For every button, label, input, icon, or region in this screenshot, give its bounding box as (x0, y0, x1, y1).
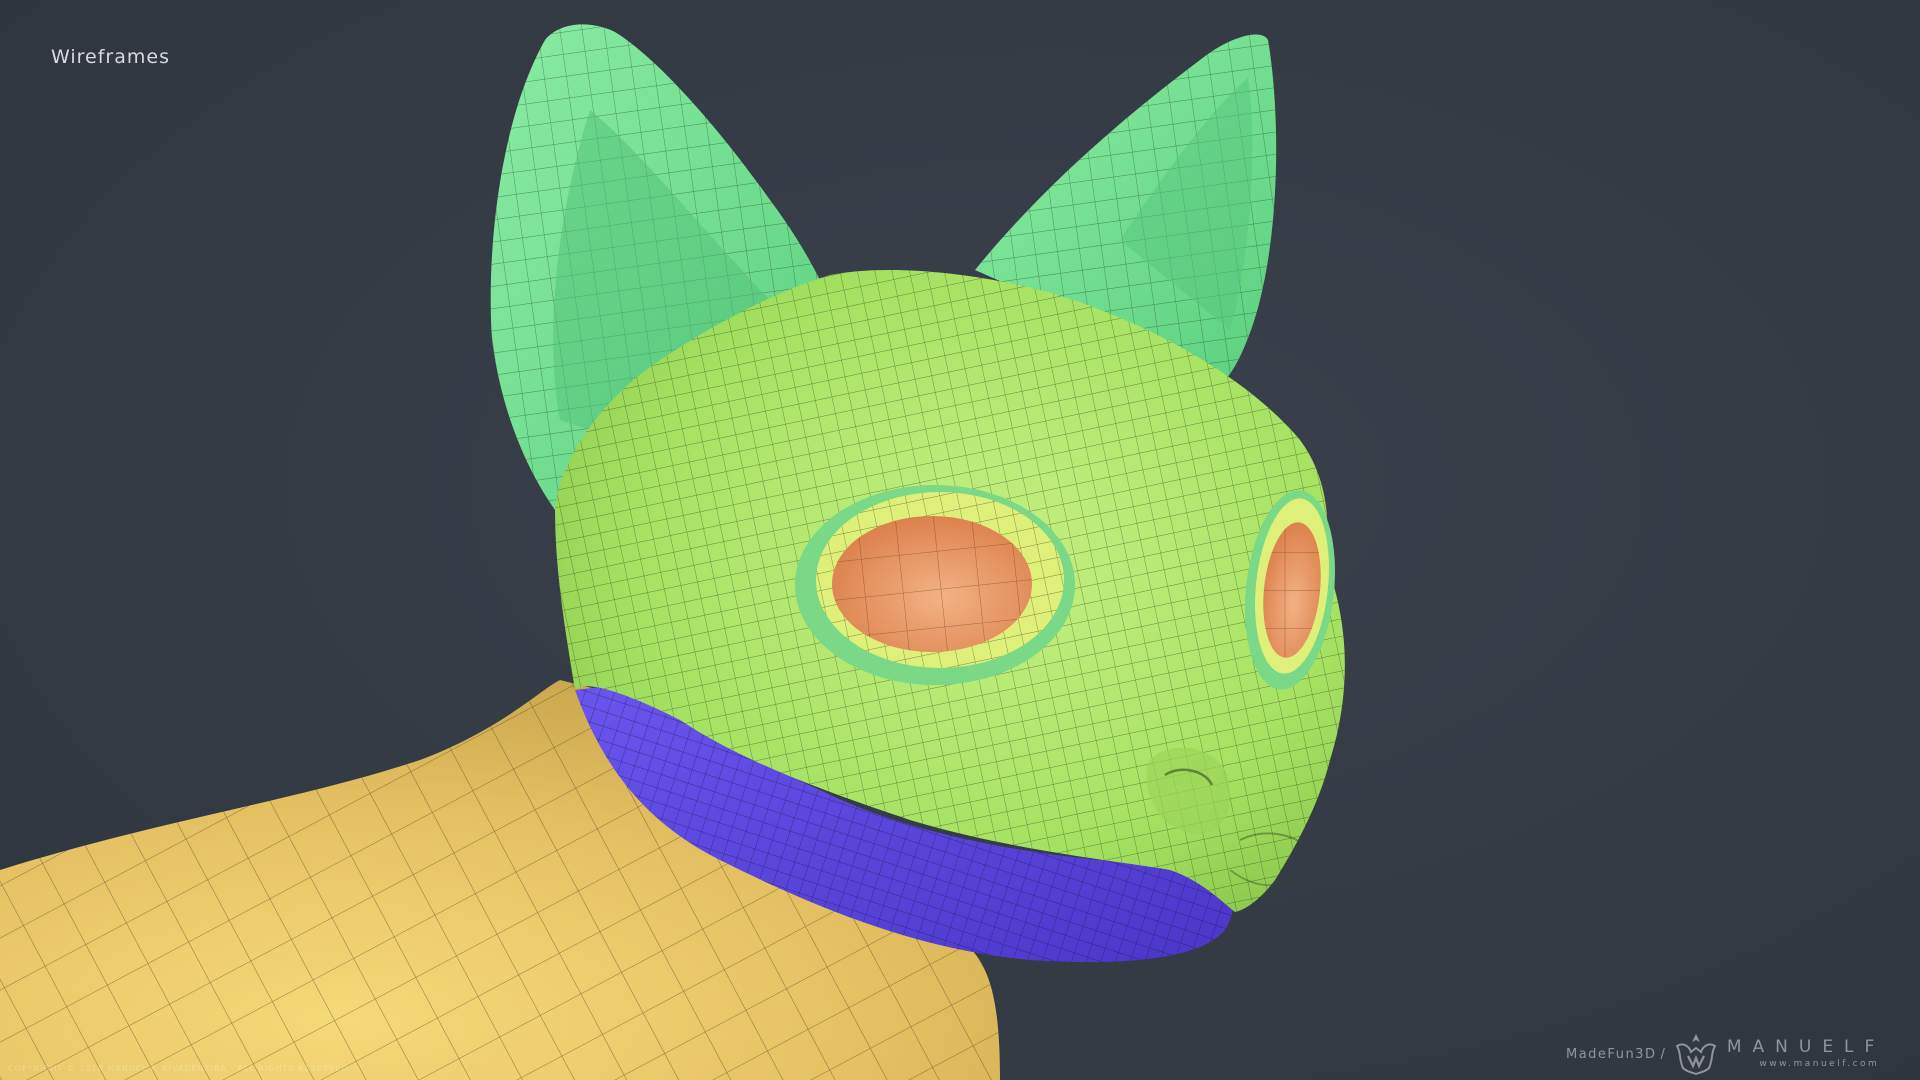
section-title: Wireframes (51, 46, 170, 68)
brand-wordmark: MANUELF www.manuelf.com (1727, 1039, 1885, 1069)
brand-separator: / (1660, 1046, 1665, 1062)
brand-watermark: MadeFun3D / MANUELF www.manuelf.com (1566, 1032, 1885, 1076)
copyright-notice: COPYRIGHT © 2018 MANUEL F. RIVADENEIRA ·… (8, 1064, 353, 1073)
manuelf-logo-icon (1675, 1034, 1717, 1076)
cat-left-eye (795, 485, 1075, 685)
brand-url: www.manuelf.com (1759, 1059, 1880, 1069)
render-viewport: Wireframes COPYRIGHT © 2018 MANUEL F. RI… (0, 0, 1920, 1080)
brand-name: MANUELF (1726, 1037, 1886, 1057)
cat-wireframe-render (0, 24, 1345, 1080)
studio-name: MadeFun3D (1566, 1046, 1657, 1062)
